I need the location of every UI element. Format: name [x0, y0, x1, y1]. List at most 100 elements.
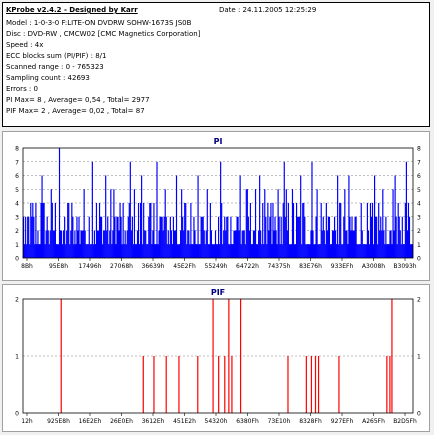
pi-bar — [352, 230, 354, 258]
pi-bar — [232, 244, 234, 258]
pi-bar — [290, 244, 293, 258]
pi-bar — [206, 189, 208, 258]
pi-bar — [126, 230, 128, 258]
speed-line: Speed : 4x — [6, 41, 44, 49]
pi-bar — [378, 203, 380, 258]
pi-bar — [213, 244, 216, 258]
info-panel: KProbe v2.4.2 - Designed by Karr Date : … — [2, 2, 430, 127]
pi-bar — [55, 244, 58, 258]
pif-bar — [391, 299, 393, 413]
x-tick-label: 16E2Eh — [79, 418, 102, 425]
pi-bar — [364, 244, 366, 258]
pi-bar — [124, 230, 126, 258]
y-tick-label: 1 — [15, 242, 19, 249]
pi-bar — [26, 244, 28, 258]
errors-line: Errors : 0 — [6, 85, 38, 93]
pi-bar — [239, 175, 241, 258]
pi-bar — [85, 244, 87, 258]
pi-bar — [263, 244, 265, 258]
pi-bar — [384, 244, 386, 258]
pi-bar — [293, 244, 296, 258]
pi-bar — [173, 230, 176, 258]
pif-bar — [305, 356, 307, 413]
pi-bar — [397, 203, 399, 258]
pi-bar — [359, 244, 361, 258]
x-tick-label: 17496h — [79, 263, 102, 270]
pi-bar — [399, 230, 401, 258]
pi-bar — [91, 161, 93, 258]
pi-bar — [324, 244, 326, 258]
y-tick-label-right: 2 — [417, 228, 421, 235]
pi-bar — [235, 230, 237, 258]
pi-bar — [57, 244, 60, 258]
pi-bar — [34, 244, 36, 258]
x-tick-label: A3008h — [362, 263, 385, 270]
pi-bar — [150, 203, 152, 258]
x-tick-label: 3612Eh — [142, 418, 165, 425]
pi-bar — [98, 203, 101, 258]
pi-bar — [56, 244, 59, 258]
y-tick-label: 0 — [15, 411, 19, 418]
y-tick-label-right: 7 — [417, 159, 421, 166]
pi-bar — [74, 230, 76, 258]
pi-bar — [243, 230, 245, 258]
pi-bar — [229, 244, 231, 258]
pi-bar — [339, 203, 341, 258]
pi-bar — [280, 216, 282, 258]
y-tick-label: 7 — [15, 159, 19, 166]
y-tick-label: 0 — [15, 256, 19, 263]
pif-bar — [142, 356, 144, 413]
pi-bar — [112, 230, 114, 258]
pif-bar — [317, 356, 320, 413]
pi-bar — [205, 230, 207, 258]
pi-bar — [219, 244, 221, 258]
pi-bar — [101, 216, 103, 258]
pi-bar — [89, 244, 91, 258]
pi-bar — [307, 244, 309, 258]
pi-bar — [144, 230, 146, 258]
y-tick-label-right: 0 — [417, 256, 421, 263]
pif-chart-panel: PIF 0 0 1 1 2 2 12h 925E8h 16E2Eh 26E0Eh 3612Eh 451E… — [2, 284, 430, 432]
pi-bar — [28, 216, 30, 258]
pi-bar — [237, 216, 239, 258]
pi-bar — [62, 244, 64, 258]
pi-bar — [287, 203, 289, 258]
pi-bar — [129, 161, 131, 258]
pi-bar — [371, 203, 374, 258]
pi-bar — [42, 203, 44, 258]
pi-bar — [36, 244, 38, 258]
pi-bar — [309, 244, 311, 258]
pi-bar — [204, 244, 206, 258]
pi-bar — [252, 230, 255, 258]
pi-bar — [386, 244, 388, 258]
pi-bar — [335, 230, 337, 258]
pi-bar — [351, 216, 353, 258]
pif-bar — [218, 356, 220, 413]
pi-bar — [135, 244, 138, 258]
pi-bar — [314, 244, 316, 258]
x-tick-label: 27068h — [110, 263, 133, 270]
pi-bar — [400, 244, 402, 258]
pi-bar — [132, 244, 134, 258]
pif-bar — [153, 356, 155, 413]
pi-bar — [227, 216, 229, 258]
pi-bar — [289, 244, 292, 258]
pi-bar — [156, 161, 158, 258]
x-tick-label: 12h — [21, 418, 33, 425]
x-tick-label: A265Fh — [362, 418, 385, 425]
chart-title: PI — [214, 137, 223, 146]
pif-bar — [314, 356, 317, 413]
x-tick-label: 64722h — [236, 263, 259, 270]
pi-bar — [328, 216, 331, 258]
pi-bar — [262, 203, 264, 258]
pi-bar — [389, 230, 391, 258]
pi-bar — [301, 244, 303, 258]
pi-bar — [79, 244, 81, 258]
pi-bar — [361, 230, 363, 258]
pi-bar — [94, 244, 97, 258]
y-tick-label-right: 8 — [417, 146, 421, 153]
pi-bar — [115, 244, 117, 258]
pi-bar — [44, 244, 46, 258]
pi-bar — [106, 230, 108, 258]
pi-bar — [208, 244, 210, 258]
